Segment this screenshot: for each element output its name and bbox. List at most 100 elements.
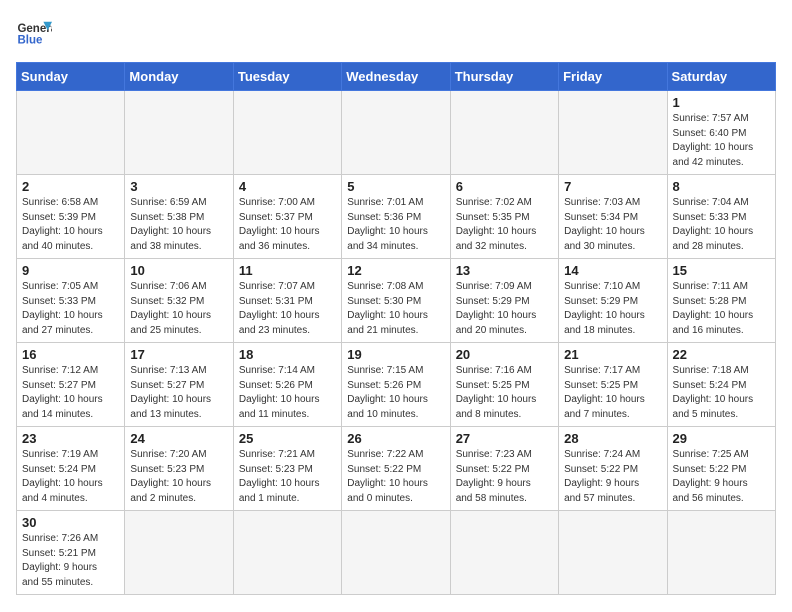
weekday-header-sunday: Sunday xyxy=(17,63,125,91)
day-number: 18 xyxy=(239,347,336,362)
day-number: 4 xyxy=(239,179,336,194)
day-info: Sunrise: 7:57 AM Sunset: 6:40 PM Dayligh… xyxy=(673,112,770,170)
calendar-cell: 8 Sunrise: 7:04 AM Sunset: 5:33 PM Daylig… xyxy=(667,175,775,259)
calendar-week-2: 9 Sunrise: 7:05 AM Sunset: 5:33 PM Daylig… xyxy=(17,259,776,343)
calendar-week-3: 16Sunrise: 7:12 AM Sunset: 5:27 PM Dayli… xyxy=(17,343,776,427)
day-number: 1 xyxy=(673,95,770,110)
calendar-cell xyxy=(17,91,125,175)
day-info: Sunrise: 7:15 AM Sunset: 5:26 PM Dayligh… xyxy=(347,364,444,422)
day-info: Sunrise: 7:00 AM Sunset: 5:37 PM Dayligh… xyxy=(239,196,336,254)
day-number: 6 xyxy=(456,179,553,194)
calendar-cell xyxy=(559,91,667,175)
calendar-cell: 4 Sunrise: 7:00 AM Sunset: 5:37 PM Daylig… xyxy=(233,175,341,259)
day-info: Sunrise: 7:22 AM Sunset: 5:22 PM Dayligh… xyxy=(347,448,444,506)
calendar-cell xyxy=(233,91,341,175)
day-info: Sunrise: 7:04 AM Sunset: 5:33 PM Dayligh… xyxy=(673,196,770,254)
day-number: 26 xyxy=(347,431,444,446)
day-info: Sunrise: 6:59 AM Sunset: 5:38 PM Dayligh… xyxy=(130,196,227,254)
day-number: 8 xyxy=(673,179,770,194)
day-info: Sunrise: 7:25 AM Sunset: 5:22 PM Dayligh… xyxy=(673,448,770,506)
calendar-cell xyxy=(125,91,233,175)
header: General Blue xyxy=(16,16,776,52)
calendar-cell xyxy=(125,511,233,595)
day-info: Sunrise: 7:23 AM Sunset: 5:22 PM Dayligh… xyxy=(456,448,553,506)
day-info: Sunrise: 7:17 AM Sunset: 5:25 PM Dayligh… xyxy=(564,364,661,422)
calendar-cell: 7 Sunrise: 7:03 AM Sunset: 5:34 PM Daylig… xyxy=(559,175,667,259)
day-number: 14 xyxy=(564,263,661,278)
day-info: Sunrise: 7:16 AM Sunset: 5:25 PM Dayligh… xyxy=(456,364,553,422)
day-info: Sunrise: 7:20 AM Sunset: 5:23 PM Dayligh… xyxy=(130,448,227,506)
day-info: Sunrise: 7:14 AM Sunset: 5:26 PM Dayligh… xyxy=(239,364,336,422)
weekday-header-saturday: Saturday xyxy=(667,63,775,91)
calendar-cell: 1 Sunrise: 7:57 AM Sunset: 6:40 PM Daylig… xyxy=(667,91,775,175)
calendar-cell: 28 Sunrise: 7:24 AM Sunset: 5:22 PM Dayli… xyxy=(559,427,667,511)
day-info: Sunrise: 7:26 AM Sunset: 5:21 PM Dayligh… xyxy=(22,532,119,590)
logo: General Blue xyxy=(16,16,56,52)
day-info: Sunrise: 7:01 AM Sunset: 5:36 PM Dayligh… xyxy=(347,196,444,254)
calendar-cell: 21 Sunrise: 7:17 AM Sunset: 5:25 PM Dayli… xyxy=(559,343,667,427)
calendar-week-4: 23 Sunrise: 7:19 AM Sunset: 5:24 PM Dayli… xyxy=(17,427,776,511)
calendar-cell xyxy=(233,511,341,595)
calendar-cell: 5 Sunrise: 7:01 AM Sunset: 5:36 PM Daylig… xyxy=(342,175,450,259)
day-info: Sunrise: 7:19 AM Sunset: 5:24 PM Dayligh… xyxy=(22,448,119,506)
day-number: 17 xyxy=(130,347,227,362)
calendar-cell: 3Sunrise: 6:59 AM Sunset: 5:38 PM Daylig… xyxy=(125,175,233,259)
day-number: 28 xyxy=(564,431,661,446)
day-info: Sunrise: 7:13 AM Sunset: 5:27 PM Dayligh… xyxy=(130,364,227,422)
calendar-cell: 16Sunrise: 7:12 AM Sunset: 5:27 PM Dayli… xyxy=(17,343,125,427)
weekday-header-tuesday: Tuesday xyxy=(233,63,341,91)
calendar-cell: 30Sunrise: 7:26 AM Sunset: 5:21 PM Dayli… xyxy=(17,511,125,595)
weekday-header-thursday: Thursday xyxy=(450,63,558,91)
day-number: 7 xyxy=(564,179,661,194)
calendar-cell xyxy=(342,91,450,175)
day-number: 10 xyxy=(130,263,227,278)
calendar-cell xyxy=(667,511,775,595)
weekday-header-monday: Monday xyxy=(125,63,233,91)
calendar-cell: 6Sunrise: 7:02 AM Sunset: 5:35 PM Daylig… xyxy=(450,175,558,259)
weekday-header-row: SundayMondayTuesdayWednesdayThursdayFrid… xyxy=(17,63,776,91)
day-number: 22 xyxy=(673,347,770,362)
day-number: 11 xyxy=(239,263,336,278)
calendar-cell: 9 Sunrise: 7:05 AM Sunset: 5:33 PM Daylig… xyxy=(17,259,125,343)
day-number: 21 xyxy=(564,347,661,362)
day-info: Sunrise: 7:08 AM Sunset: 5:30 PM Dayligh… xyxy=(347,280,444,338)
calendar-cell: 14 Sunrise: 7:10 AM Sunset: 5:29 PM Dayli… xyxy=(559,259,667,343)
day-number: 9 xyxy=(22,263,119,278)
calendar-cell: 20 Sunrise: 7:16 AM Sunset: 5:25 PM Dayli… xyxy=(450,343,558,427)
day-info: Sunrise: 7:10 AM Sunset: 5:29 PM Dayligh… xyxy=(564,280,661,338)
calendar-cell: 29 Sunrise: 7:25 AM Sunset: 5:22 PM Dayli… xyxy=(667,427,775,511)
calendar-cell: 27 Sunrise: 7:23 AM Sunset: 5:22 PM Dayli… xyxy=(450,427,558,511)
weekday-header-friday: Friday xyxy=(559,63,667,91)
day-info: Sunrise: 7:21 AM Sunset: 5:23 PM Dayligh… xyxy=(239,448,336,506)
calendar-cell: 11Sunrise: 7:07 AM Sunset: 5:31 PM Dayli… xyxy=(233,259,341,343)
calendar-cell: 23 Sunrise: 7:19 AM Sunset: 5:24 PM Dayli… xyxy=(17,427,125,511)
day-info: Sunrise: 7:05 AM Sunset: 5:33 PM Dayligh… xyxy=(22,280,119,338)
calendar-cell: 24 Sunrise: 7:20 AM Sunset: 5:23 PM Dayli… xyxy=(125,427,233,511)
day-info: Sunrise: 7:18 AM Sunset: 5:24 PM Dayligh… xyxy=(673,364,770,422)
day-number: 29 xyxy=(673,431,770,446)
svg-text:Blue: Blue xyxy=(17,34,43,46)
day-number: 13 xyxy=(456,263,553,278)
day-info: Sunrise: 7:03 AM Sunset: 5:34 PM Dayligh… xyxy=(564,196,661,254)
calendar-week-0: 1 Sunrise: 7:57 AM Sunset: 6:40 PM Daylig… xyxy=(17,91,776,175)
day-number: 2 xyxy=(22,179,119,194)
calendar-cell: 22 Sunrise: 7:18 AM Sunset: 5:24 PM Dayli… xyxy=(667,343,775,427)
weekday-header-wednesday: Wednesday xyxy=(342,63,450,91)
calendar-cell xyxy=(342,511,450,595)
day-info: Sunrise: 7:24 AM Sunset: 5:22 PM Dayligh… xyxy=(564,448,661,506)
day-number: 16 xyxy=(22,347,119,362)
day-number: 27 xyxy=(456,431,553,446)
day-info: Sunrise: 7:11 AM Sunset: 5:28 PM Dayligh… xyxy=(673,280,770,338)
day-number: 20 xyxy=(456,347,553,362)
calendar-table: SundayMondayTuesdayWednesdayThursdayFrid… xyxy=(16,62,776,595)
calendar-cell: 18 Sunrise: 7:14 AM Sunset: 5:26 PM Dayli… xyxy=(233,343,341,427)
calendar-cell: 2Sunrise: 6:58 AM Sunset: 5:39 PM Daylig… xyxy=(17,175,125,259)
day-info: Sunrise: 7:06 AM Sunset: 5:32 PM Dayligh… xyxy=(130,280,227,338)
calendar-cell: 12Sunrise: 7:08 AM Sunset: 5:30 PM Dayli… xyxy=(342,259,450,343)
calendar-cell: 10 Sunrise: 7:06 AM Sunset: 5:32 PM Dayli… xyxy=(125,259,233,343)
calendar-cell: 26 Sunrise: 7:22 AM Sunset: 5:22 PM Dayli… xyxy=(342,427,450,511)
day-number: 5 xyxy=(347,179,444,194)
day-number: 24 xyxy=(130,431,227,446)
calendar-cell: 13Sunrise: 7:09 AM Sunset: 5:29 PM Dayli… xyxy=(450,259,558,343)
day-number: 23 xyxy=(22,431,119,446)
